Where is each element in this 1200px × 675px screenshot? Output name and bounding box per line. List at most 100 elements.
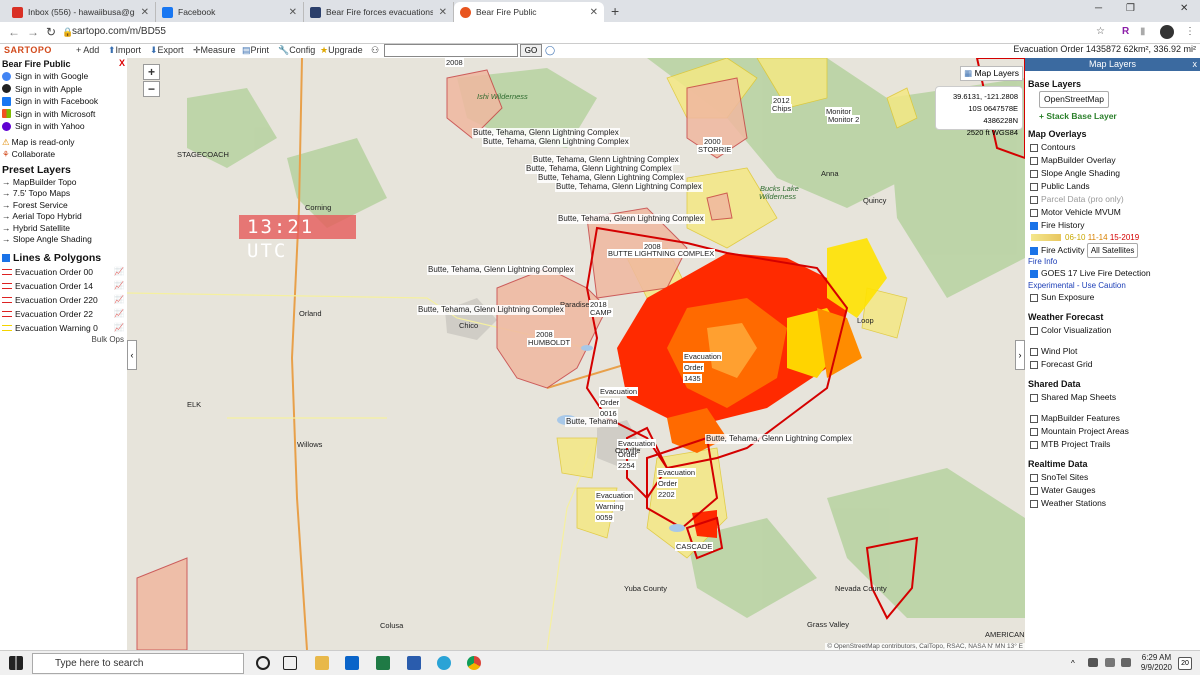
minimize-button[interactable]: ─ xyxy=(1095,3,1102,14)
weather-stations-checkbox[interactable] xyxy=(1030,499,1038,508)
mtb-row[interactable]: MTB Project Trails xyxy=(1025,438,1200,451)
collaborate-link[interactable]: ⚘ Collaborate xyxy=(0,148,127,161)
wifi-icon[interactable] xyxy=(1105,658,1115,667)
overlay-checkbox[interactable] xyxy=(1030,182,1038,191)
graph-icon[interactable]: 📈 xyxy=(114,293,124,307)
config-button[interactable]: 🔧Config xyxy=(278,45,315,56)
map-canvas[interactable]: + − 13:21 UTC ▦ Map Layers 39.6131, -121… xyxy=(127,58,1025,650)
notifications-icon[interactable]: 20 xyxy=(1178,657,1192,670)
tab-news[interactable]: Bear Fire forces evacuations in B... ✕ xyxy=(304,2,454,22)
file-explorer-icon[interactable] xyxy=(315,656,329,670)
bulk-ops-link[interactable]: Bulk Ops xyxy=(0,335,127,344)
snotel-row[interactable]: SnoTel Sites xyxy=(1025,471,1200,484)
close-window-button[interactable]: ✕ xyxy=(1180,3,1188,14)
excel-icon[interactable] xyxy=(376,656,390,670)
taskbar-search[interactable]: Type here to search xyxy=(32,653,244,674)
overlay-checkbox[interactable] xyxy=(1030,143,1038,152)
preset-item[interactable]: → Slope Angle Shading xyxy=(0,234,127,246)
mb-features-row[interactable]: MapBuilder Features xyxy=(1025,412,1200,425)
sun-checkbox[interactable] xyxy=(1030,293,1038,302)
graph-icon[interactable]: 📈 xyxy=(114,265,124,279)
signin-google[interactable]: Sign in with Google xyxy=(0,70,127,83)
new-tab-button[interactable]: + xyxy=(611,3,619,19)
line-item[interactable]: Evacuation Order 00 📈 xyxy=(0,265,127,279)
preset-item[interactable]: → Aerial Topo Hybrid xyxy=(0,211,127,223)
cortana-icon[interactable] xyxy=(256,656,270,670)
color-vis-checkbox[interactable] xyxy=(1030,326,1038,335)
extension-r-icon[interactable]: R xyxy=(1122,26,1129,37)
taskbar-clock[interactable]: 6:29 AM 9/9/2020 xyxy=(1141,653,1172,673)
signin-yahoo[interactable]: Sign in with Yahoo xyxy=(0,120,127,133)
tab-bear-fire[interactable]: Bear Fire Public ✕ xyxy=(454,2,604,22)
zoom-in-button[interactable]: + xyxy=(143,64,160,80)
forecast-row[interactable]: Forecast Grid xyxy=(1025,358,1200,371)
overlay-checkbox[interactable] xyxy=(1030,156,1038,165)
graph-icon[interactable]: 📈 xyxy=(114,279,124,293)
search-input[interactable] xyxy=(384,44,518,57)
tab-facebook[interactable]: Facebook ✕ xyxy=(156,2,304,22)
sun-row[interactable]: Sun Exposure xyxy=(1025,291,1200,304)
fire-activity-select[interactable]: All Satellites xyxy=(1086,243,1139,258)
preset-item[interactable]: → Forest Service xyxy=(0,200,127,212)
overlay-row[interactable]: Motor Vehicle MVUM xyxy=(1025,206,1200,219)
close-panel-button[interactable]: X xyxy=(119,58,125,68)
reload-icon[interactable]: ↻ xyxy=(46,25,56,39)
weather-stations-row[interactable]: Weather Stations xyxy=(1025,497,1200,510)
gauges-checkbox[interactable] xyxy=(1030,486,1038,495)
line-item[interactable]: Evacuation Order 220 📈 xyxy=(0,293,127,307)
edge-icon[interactable] xyxy=(437,656,451,670)
signin-facebook[interactable]: Sign in with Facebook xyxy=(0,95,127,108)
menu-icon[interactable]: ⋮ xyxy=(1185,26,1195,37)
line-item[interactable]: Evacuation Order 14 📈 xyxy=(0,279,127,293)
fire-activity-row[interactable]: Fire Activity All Satellites xyxy=(1025,243,1200,258)
line-item[interactable]: Evacuation Warning 0 📈 xyxy=(0,321,127,335)
color-vis-row[interactable]: Color Visualization xyxy=(1025,324,1200,337)
snotel-checkbox[interactable] xyxy=(1030,473,1038,482)
preset-item[interactable]: → MapBuilder Topo xyxy=(0,177,127,189)
goes-row[interactable]: GOES 17 Live Fire Detection xyxy=(1025,267,1200,280)
overlay-checkbox[interactable] xyxy=(1030,208,1038,217)
tray-chevron-icon[interactable]: ^ xyxy=(1071,659,1079,673)
battery-icon[interactable] xyxy=(1088,658,1098,667)
export-button[interactable]: ⬇Export xyxy=(150,45,184,56)
word-icon[interactable] xyxy=(407,656,421,670)
mtb-checkbox[interactable] xyxy=(1030,440,1038,449)
overlay-checkbox[interactable] xyxy=(1030,195,1038,204)
overlay-row[interactable]: Slope Angle Shading xyxy=(1025,167,1200,180)
graph-icon[interactable]: 📈 xyxy=(114,321,124,335)
shared-sheets-checkbox[interactable] xyxy=(1030,393,1038,402)
mb-features-checkbox[interactable] xyxy=(1030,414,1038,423)
lines-checkbox[interactable] xyxy=(2,253,10,262)
graph-icon[interactable]: 📈 xyxy=(114,307,124,321)
forecast-checkbox[interactable] xyxy=(1030,360,1038,369)
experimental-link[interactable]: Experimental - Use Caution xyxy=(1025,280,1200,291)
extension-icon[interactable]: ▮ xyxy=(1140,26,1146,37)
windows-start-icon[interactable] xyxy=(9,656,23,670)
close-tab-icon[interactable]: ✕ xyxy=(439,7,447,18)
gauges-row[interactable]: Water Gauges xyxy=(1025,484,1200,497)
close-layers-button[interactable]: x xyxy=(1193,58,1198,71)
measure-button[interactable]: ✛Measure xyxy=(193,45,236,56)
outlook-icon[interactable] xyxy=(345,656,359,670)
overlay-row[interactable]: Fire History xyxy=(1025,219,1200,232)
map-layers-button[interactable]: ▦ Map Layers xyxy=(960,66,1023,81)
chrome-icon[interactable] xyxy=(467,656,481,670)
close-tab-icon[interactable]: ✕ xyxy=(289,7,297,18)
binoculars-icon[interactable]: ⚇ xyxy=(371,45,379,56)
print-button[interactable]: ▤Print xyxy=(242,45,269,56)
right-collapse-icon[interactable]: › xyxy=(1015,340,1025,370)
close-tab-icon[interactable]: ✕ xyxy=(141,7,149,18)
upgrade-button[interactable]: ★Upgrade xyxy=(320,45,363,56)
overlay-checkbox[interactable] xyxy=(1030,221,1038,230)
tab-gmail[interactable]: Inbox (556) - hawaiibusa@gmail... ✕ xyxy=(6,2,156,22)
line-item[interactable]: Evacuation Order 22 📈 xyxy=(0,307,127,321)
goes-checkbox[interactable] xyxy=(1030,269,1038,278)
forward-icon[interactable]: → xyxy=(27,25,39,39)
base-layer-select[interactable]: OpenStreetMap xyxy=(1039,91,1110,108)
shared-sheets-row[interactable]: Shared Map Sheets xyxy=(1025,391,1200,404)
left-collapse-icon[interactable]: ‹ xyxy=(127,340,137,370)
stack-base-layer-button[interactable]: + Stack Base Layer xyxy=(1025,111,1200,121)
overlay-row[interactable]: Parcel Data (pro only) xyxy=(1025,193,1200,206)
preset-item[interactable]: → Hybrid Satellite xyxy=(0,223,127,235)
task-view-icon[interactable] xyxy=(283,656,297,670)
